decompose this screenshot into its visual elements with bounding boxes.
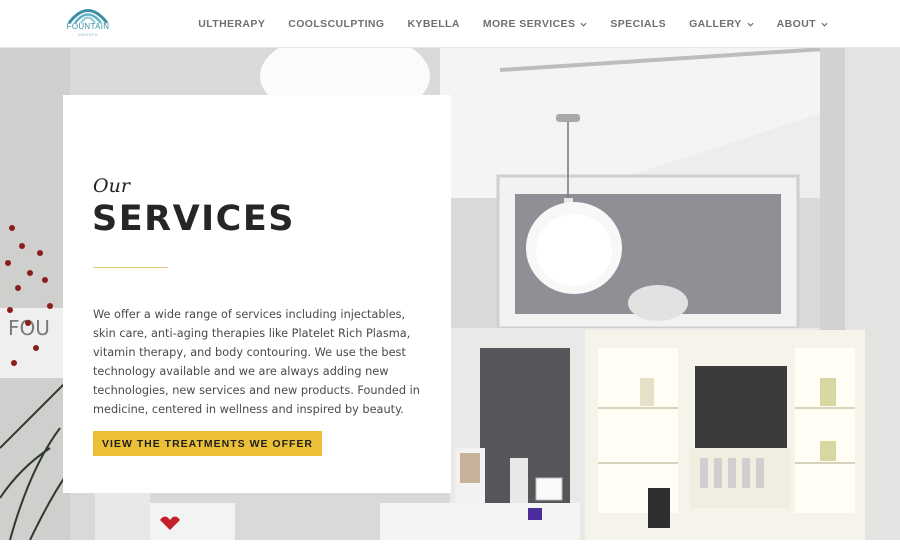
title-divider <box>93 267 168 268</box>
chevron-down-icon <box>580 22 587 27</box>
chevron-down-icon <box>821 22 828 27</box>
services-description: We offer a wide range of services includ… <box>93 308 420 416</box>
logo-tagline: MEDSPA <box>78 32 98 37</box>
nav-item-more-services[interactable]: MORE SERVICES <box>483 18 588 30</box>
nav-item-label: GALLERY <box>689 18 742 30</box>
nav-item-gallery[interactable]: GALLERY <box>689 18 754 30</box>
view-treatments-button[interactable]: VIEW THE TREATMENTS WE OFFER <box>93 431 322 456</box>
fountain-logo[interactable]: FOUNTAIN MEDSPA <box>64 4 112 42</box>
nav-item-label: ABOUT <box>776 18 816 30</box>
logo-wordmark: FOUNTAIN <box>66 22 110 31</box>
page-bottom-edge <box>0 540 900 560</box>
nav-item-about[interactable]: ABOUT <box>777 18 828 30</box>
fountain-arch-icon <box>67 9 109 24</box>
chevron-down-icon <box>747 22 754 27</box>
nav-item-specials[interactable]: SPECIALS <box>610 18 666 30</box>
nav-item-coolsculpting[interactable]: COOLSCULPTING <box>288 18 384 30</box>
nav-item-label: ULTHERAPY <box>198 18 266 30</box>
main-nav: ULTHERAPY COOLSCULPTING KYBELLA MORE SER… <box>198 0 828 48</box>
services-intro-card: Our SERVICES We offer a wide range of se… <box>63 95 451 493</box>
nav-item-label: MORE SERVICES <box>482 18 576 30</box>
nav-item-label: KYBELLA <box>407 18 460 30</box>
svg-text:FOU: FOU <box>8 316 50 340</box>
site-header: FOUNTAIN MEDSPA ULTHERAPY COOLSCULPTING … <box>0 0 900 48</box>
nav-item-label: SPECIALS <box>610 18 667 30</box>
section-kicker: Our <box>93 175 130 197</box>
page-title: SERVICES <box>92 199 295 239</box>
nav-item-ultherapy[interactable]: ULTHERAPY <box>198 18 265 30</box>
nav-item-kybella[interactable]: KYBELLA <box>407 18 459 30</box>
nav-item-label: COOLSCULPTING <box>288 18 385 30</box>
